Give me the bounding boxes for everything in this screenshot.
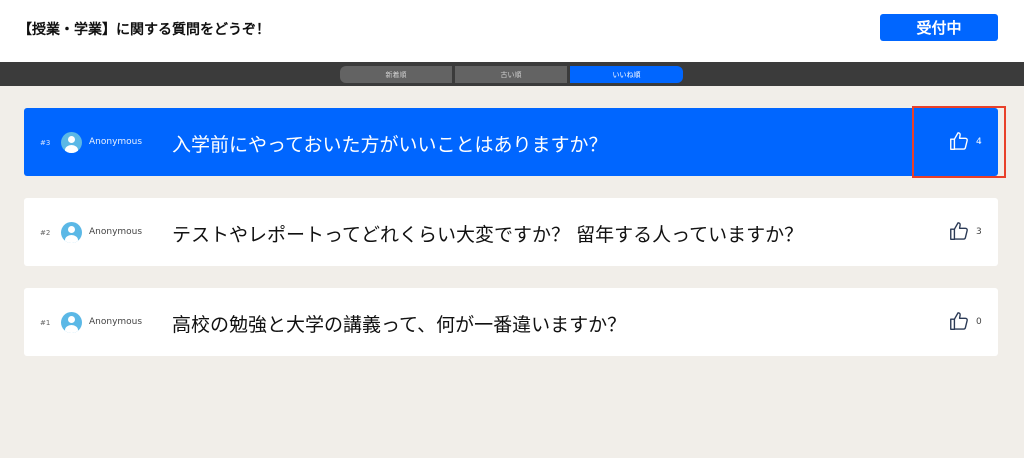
highlight-box <box>912 106 1006 178</box>
user-avatar-icon <box>61 132 82 153</box>
tab-most-liked[interactable]: いいね順 <box>570 66 683 83</box>
thumbs-up-icon[interactable] <box>948 310 970 332</box>
question-text: 高校の勉強と大学の講義って、何が一番違いますか？ <box>172 314 627 336</box>
like-count: 3 <box>976 227 982 237</box>
question-card[interactable]: #3 Anonymous 入学前にやっておいた方がいいことはありますか？ 4 <box>24 108 998 176</box>
sort-tabs: 新着順 古い順 いいね順 <box>0 62 1024 86</box>
question-text: テストやレポートってどれくらい大変ですか？ 留年する人っていますか？ <box>172 224 804 246</box>
user-avatar-icon <box>61 222 82 243</box>
thumbs-up-icon[interactable] <box>948 220 970 242</box>
like-count: 0 <box>976 317 982 327</box>
tab-newest[interactable]: 新着順 <box>340 66 452 83</box>
header: 【授業・学業】に関する質問をどうぞ！ 受付中 <box>0 0 1024 62</box>
author-name: Anonymous <box>89 317 143 327</box>
question-card[interactable]: #1 Anonymous 高校の勉強と大学の講義って、何が一番違いますか？ 0 <box>24 288 998 356</box>
question-card[interactable]: #2 Anonymous テストやレポートってどれくらい大変ですか？ 留年する人… <box>24 198 998 266</box>
status-button[interactable]: 受付中 <box>880 14 998 41</box>
tab-oldest[interactable]: 古い順 <box>455 66 567 83</box>
author-name: Anonymous <box>89 137 143 147</box>
user-avatar-icon <box>61 312 82 333</box>
page-title: 【授業・学業】に関する質問をどうぞ！ <box>18 22 270 38</box>
question-number: #1 <box>40 319 51 327</box>
question-text: 入学前にやっておいた方がいいことはありますか？ <box>172 134 608 156</box>
author-name: Anonymous <box>89 227 143 237</box>
question-number: #3 <box>40 139 51 147</box>
question-number: #2 <box>40 229 51 237</box>
